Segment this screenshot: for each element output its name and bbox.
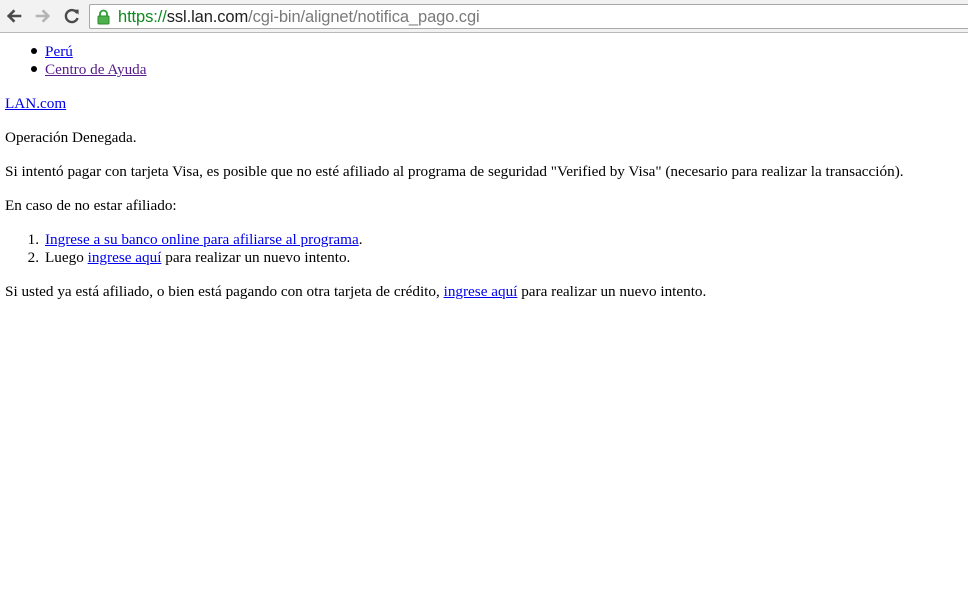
step-2-suffix: para realizar un nuevo intento. — [165, 249, 351, 266]
page-content: Perú Centro de Ayuda LAN.com Operación D… — [0, 33, 968, 609]
step-1: Ingrese a su banco online para afiliarse… — [45, 231, 363, 249]
back-arrow-icon — [6, 9, 22, 23]
forward-button[interactable] — [32, 5, 54, 27]
step-2: Luego ingrese aquí para realizar un nuev… — [45, 249, 350, 267]
bullet-icon — [31, 48, 37, 54]
home-link[interactable]: LAN.com — [5, 95, 66, 113]
back-button[interactable] — [3, 5, 25, 27]
lock-icon — [97, 9, 110, 25]
retry-link[interactable]: ingrese aquí — [88, 249, 162, 266]
browser-toolbar: https://ssl.lan.com/cgi-bin/alignet/noti… — [0, 0, 968, 33]
step-number: 1. — [27, 231, 39, 248]
url-text[interactable]: https://ssl.lan.com/cgi-bin/alignet/noti… — [118, 6, 480, 28]
step-1-suffix: . — [358, 231, 363, 248]
reload-button[interactable] — [61, 5, 83, 27]
bullet-icon — [31, 66, 37, 72]
nav-link-help-center[interactable]: Centro de Ayuda — [45, 61, 147, 79]
bank-affiliation-link[interactable]: Ingrese a su banco online para afiliarse… — [45, 231, 359, 248]
affiliated-prefix: Si usted ya está afiliado, o bien está p… — [5, 283, 440, 300]
url-host: ssl.lan.com — [166, 8, 249, 26]
affiliated-suffix: para realizar un nuevo intento. — [521, 283, 707, 300]
forward-arrow-icon — [35, 9, 51, 23]
retry-link-affiliated[interactable]: ingrese aquí — [444, 283, 518, 300]
address-bar[interactable]: https://ssl.lan.com/cgi-bin/alignet/noti… — [89, 4, 968, 29]
step-2-prefix: Luego — [45, 249, 84, 266]
url-path: /cgi-bin/alignet/notifica_pago.cgi — [248, 8, 480, 26]
not-affiliated-intro: En caso de no estar afiliado: — [5, 197, 177, 214]
status-message: Operación Denegada. — [5, 129, 137, 146]
reload-icon — [64, 8, 79, 24]
url-scheme: https:// — [118, 8, 167, 26]
visa-message: Si intentó pagar con tarjeta Visa, es po… — [5, 163, 904, 180]
nav-link-peru[interactable]: Perú — [45, 43, 73, 61]
affiliated-message: Si usted ya está afiliado, o bien está p… — [5, 283, 706, 301]
step-number: 2. — [27, 249, 39, 266]
